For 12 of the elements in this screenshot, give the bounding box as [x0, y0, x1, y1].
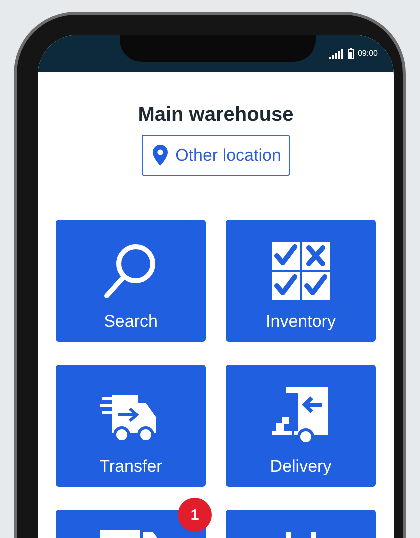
status-time: 09:00 [358, 49, 378, 58]
warehouse-title: Main warehouse [138, 104, 294, 127]
inventory-tile[interactable]: Inventory [226, 220, 376, 342]
transfer-tile[interactable]: Transfer [56, 365, 206, 487]
delivery-tile[interactable]: Delivery [226, 365, 376, 487]
checklist-grid-icon [270, 240, 332, 302]
notification-badge: 1 [178, 498, 212, 532]
location-pin-icon [152, 145, 168, 166]
battery-icon [348, 48, 354, 59]
signal-icon [328, 48, 344, 58]
location-button[interactable]: Other location [142, 135, 290, 176]
search-tile[interactable]: Search [56, 220, 206, 342]
